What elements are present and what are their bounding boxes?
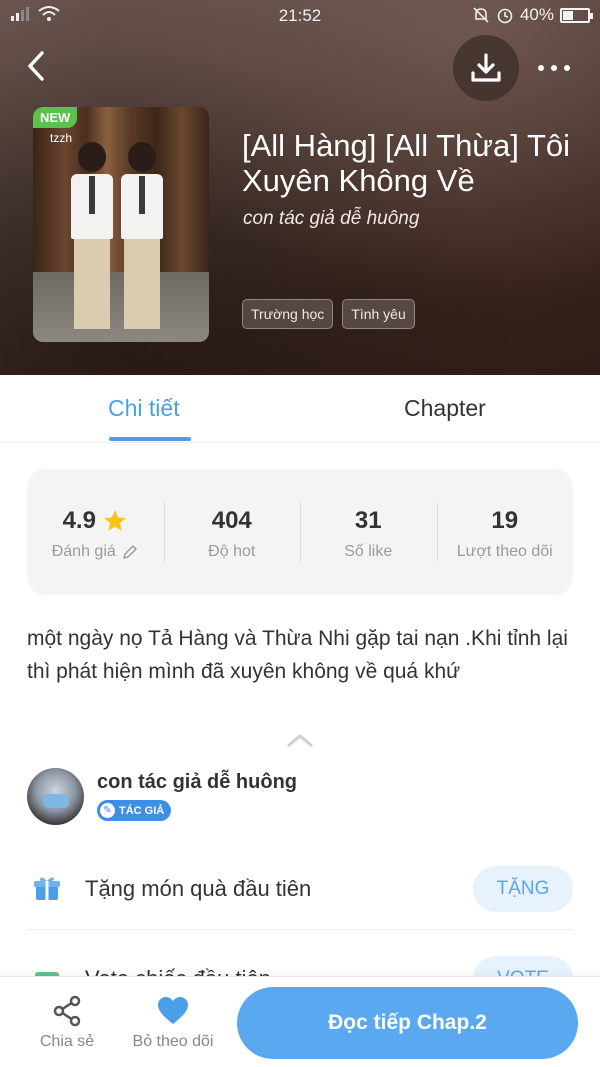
dot-icon — [564, 65, 570, 71]
alarm-icon — [497, 8, 513, 24]
gift-row: Tặng món quà đầu tiên TẶNG — [27, 850, 573, 930]
cover-watermark: tzzh — [50, 131, 73, 145]
download-button[interactable] — [453, 35, 519, 101]
tab-bar: Chi tiết Chapter — [0, 375, 600, 443]
author-badge-icon: ✎ — [100, 803, 115, 818]
status-bar: 21:52 40% — [0, 0, 600, 32]
author-name[interactable]: con tác giả dễ huông — [97, 771, 297, 794]
followers-label: Lượt theo dõi — [456, 543, 553, 560]
bottom-action-bar: Chia sẻ Bỏ theo dõi Đọc tiếp Chap.2 — [0, 976, 600, 1067]
download-icon — [471, 53, 501, 82]
status-icons-right: 40% — [472, 5, 593, 25]
stats-card: 4.9 Đánh giá 404 Độ hot 31 Số like 19 Lư… — [27, 469, 573, 595]
rating-value: 4.9 — [62, 507, 96, 534]
unfollow-button[interactable]: Bỏ theo dõi — [128, 995, 218, 1051]
stat-followers: 19 Lượt theo dõi — [436, 469, 574, 595]
author-avatar[interactable] — [27, 768, 84, 825]
mute-bell-icon — [473, 7, 489, 23]
star-icon — [104, 510, 126, 531]
chevron-left-icon — [28, 51, 44, 81]
chevron-up-icon — [287, 734, 313, 747]
hot-value: 404 — [211, 507, 252, 534]
likes-label: Số like — [344, 543, 393, 560]
active-tab-indicator — [109, 437, 191, 441]
followers-value: 19 — [491, 507, 519, 534]
tag-school[interactable]: Trường học — [242, 299, 334, 329]
genre-tags: Trường học Tình yêu — [242, 299, 415, 329]
heart-icon — [158, 997, 188, 1024]
gift-label: Tặng món quà đầu tiên — [85, 876, 312, 901]
collapse-description-button[interactable] — [285, 730, 315, 750]
new-badge: NEW — [33, 107, 78, 128]
share-button[interactable]: Chia sẻ — [36, 995, 98, 1051]
cover-figure — [71, 142, 113, 332]
gift-icon — [34, 877, 60, 900]
unfollow-label: Bỏ theo dõi — [132, 1033, 214, 1050]
author-role-badge: ✎ TÁC GIẢ — [97, 800, 172, 821]
dot-icon — [551, 65, 557, 71]
back-button[interactable] — [22, 48, 54, 84]
pencil-icon[interactable] — [121, 543, 139, 561]
stat-rating[interactable]: 4.9 Đánh giá — [27, 469, 164, 595]
gift-button[interactable]: TẶNG — [473, 866, 573, 912]
stat-hot: 404 Độ hot — [163, 469, 301, 595]
stat-likes: 31 Số like — [300, 469, 437, 595]
rating-label: Đánh giá — [51, 543, 116, 560]
dot-icon — [538, 65, 544, 71]
battery-percent: 40% — [519, 5, 554, 24]
book-cover: NEW tzzh — [33, 107, 209, 342]
battery-icon — [560, 7, 593, 23]
more-options-button[interactable] — [534, 58, 574, 78]
story-author[interactable]: con tác giả dễ huông — [243, 208, 419, 230]
story-description: một ngày nọ Tả Hàng và Thừa Nhi gặp tai … — [27, 627, 568, 683]
tag-romance[interactable]: Tình yêu — [342, 299, 415, 329]
share-icon — [53, 995, 81, 1027]
hot-label: Độ hot — [208, 543, 256, 560]
cover-figure — [121, 142, 163, 332]
tab-detail[interactable]: Chi tiết — [108, 395, 180, 422]
share-label: Chia sẻ — [39, 1033, 95, 1050]
likes-value: 31 — [354, 507, 382, 534]
continue-reading-button[interactable]: Đọc tiếp Chap.2 — [237, 987, 578, 1059]
book-header: 21:52 40% NEW tzzh [All Hàng] [All Thừa]… — [0, 0, 600, 375]
story-title: [All Hàng] [All Thừa] Tôi Xuyên Không Về — [242, 128, 571, 198]
tab-chapter[interactable]: Chapter — [404, 395, 486, 422]
author-role-label: TÁC GIẢ — [119, 804, 165, 817]
